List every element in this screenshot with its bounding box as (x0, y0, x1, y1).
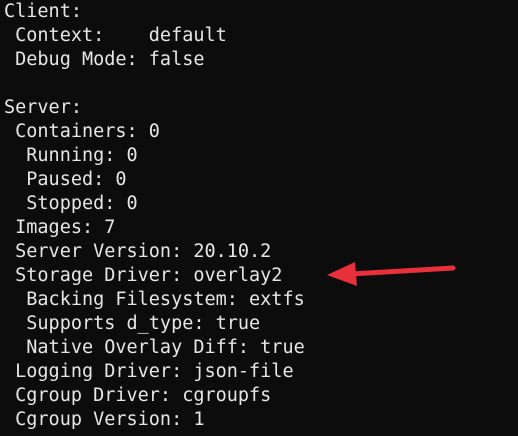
backing-filesystem-line: Backing Filesystem: extfs (4, 289, 305, 310)
running-line: Running: 0 (4, 145, 138, 166)
client-debug-mode-line: Debug Mode: false (4, 49, 205, 70)
server-header: Server: (4, 97, 82, 118)
cgroup-version-line: Cgroup Version: 1 (4, 409, 205, 430)
client-header: Client: (4, 1, 82, 22)
terminal-window[interactable]: Client: Context: default Debug Mode: fal… (0, 0, 518, 436)
paused-line: Paused: 0 (4, 169, 127, 190)
images-line: Images: 7 (4, 217, 116, 238)
logging-driver-line: Logging Driver: json-file (4, 361, 294, 382)
containers-line: Containers: 0 (4, 121, 160, 142)
arrow-left-icon (327, 262, 456, 286)
native-overlay-diff-line: Native Overlay Diff: true (4, 337, 305, 358)
client-context-line: Context: default (4, 25, 227, 46)
supports-dtype-line: Supports d_type: true (4, 313, 261, 334)
stopped-line: Stopped: 0 (4, 193, 138, 214)
cgroup-driver-line: Cgroup Driver: cgroupfs (4, 385, 272, 406)
